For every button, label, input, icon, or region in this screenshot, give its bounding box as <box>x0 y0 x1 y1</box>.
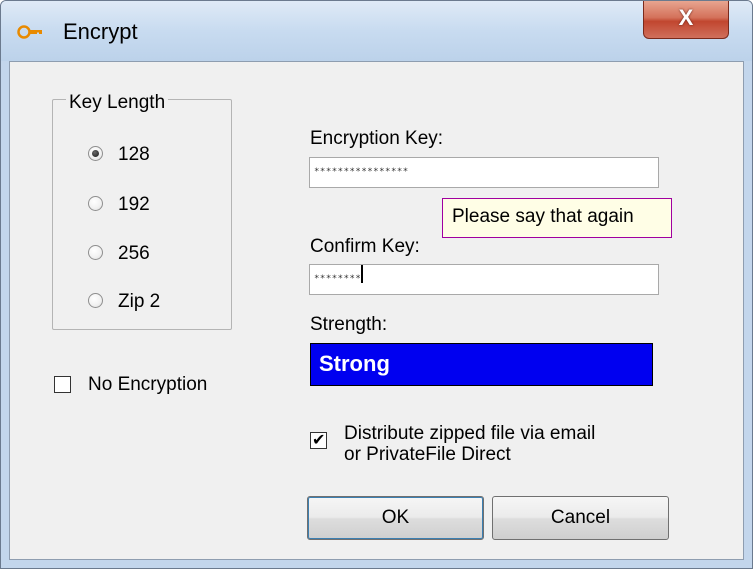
distribute-label-line1: Distribute zipped file via email <box>344 423 596 444</box>
radio-zip2-label[interactable]: Zip 2 <box>118 291 160 313</box>
close-icon: X <box>678 5 694 30</box>
confirm-key-value: ******** <box>314 274 362 284</box>
strength-label: Strength: <box>310 314 388 335</box>
strength-indicator: Strong <box>310 343 653 386</box>
no-encryption-label[interactable]: No Encryption <box>88 374 207 396</box>
radio-192-label[interactable]: 192 <box>118 194 150 216</box>
key-icon <box>17 25 42 39</box>
title-bar[interactable]: Encrypt X <box>1 1 752 61</box>
radio-256[interactable] <box>88 245 103 260</box>
confirm-key-input[interactable]: ******** <box>309 264 659 295</box>
strength-value: Strong <box>319 351 390 376</box>
validation-tooltip: Please say that again <box>442 198 672 238</box>
ok-button[interactable]: OK <box>307 496 484 540</box>
radio-selected-dot <box>92 150 99 157</box>
encryption-key-input[interactable]: **************** <box>309 157 659 188</box>
cancel-button[interactable]: Cancel <box>492 496 669 540</box>
close-button[interactable]: X <box>643 1 729 39</box>
radio-128-label[interactable]: 128 <box>118 144 150 166</box>
encryption-key-label: Encryption Key: <box>310 128 444 149</box>
no-encryption-checkbox[interactable] <box>54 376 71 393</box>
distribute-label-line2: or PrivateFile Direct <box>344 444 511 465</box>
radio-128[interactable] <box>88 146 103 161</box>
distribute-checkbox[interactable]: ✔ <box>310 432 327 449</box>
radio-256-label[interactable]: 256 <box>118 243 150 265</box>
window-title: Encrypt <box>63 19 138 44</box>
checkmark-icon: ✔ <box>312 432 326 449</box>
radio-zip2[interactable] <box>88 293 103 308</box>
radio-192[interactable] <box>88 196 103 211</box>
text-caret <box>361 265 364 283</box>
distribute-label[interactable]: Distribute zipped file via email or Priv… <box>344 423 595 465</box>
encryption-key-value: **************** <box>314 167 409 177</box>
key-length-label: Key Length <box>66 92 169 114</box>
tooltip-text: Please say that again <box>452 206 634 227</box>
confirm-key-label: Confirm Key: <box>310 236 420 257</box>
